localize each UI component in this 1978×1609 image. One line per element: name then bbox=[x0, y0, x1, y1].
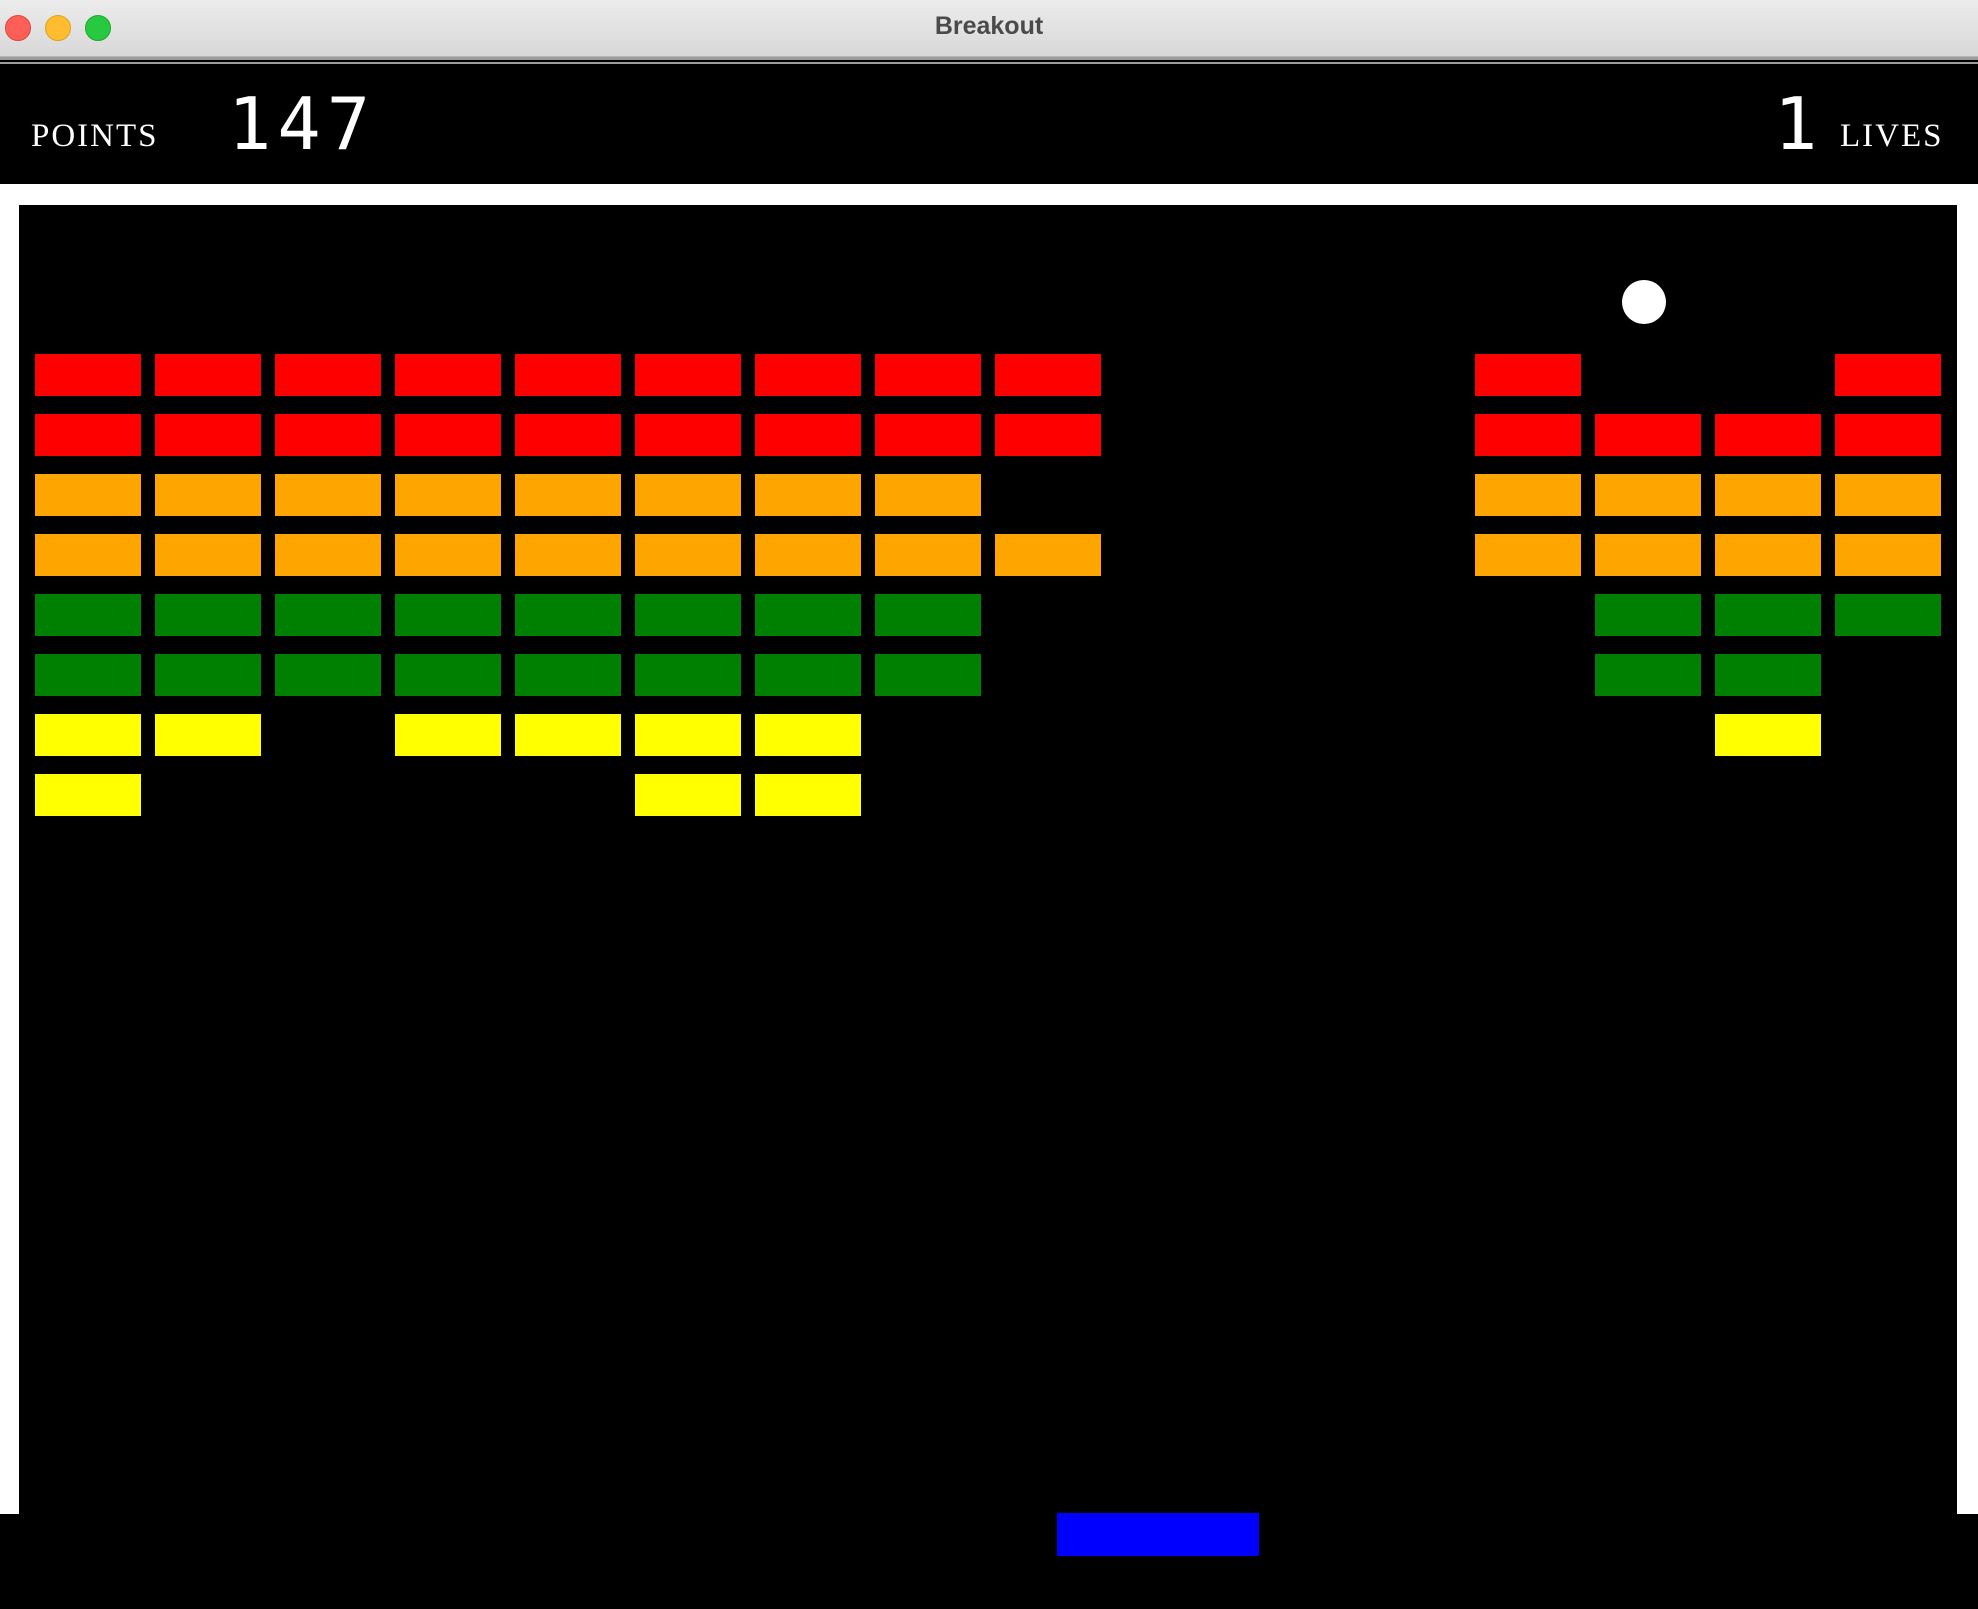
orange-brick bbox=[635, 534, 741, 576]
orange-brick bbox=[275, 534, 381, 576]
green-brick bbox=[635, 654, 741, 696]
orange-brick bbox=[515, 534, 621, 576]
ball bbox=[1622, 280, 1666, 324]
green-brick bbox=[635, 594, 741, 636]
orange-brick bbox=[155, 534, 261, 576]
green-brick bbox=[515, 654, 621, 696]
left-wall bbox=[0, 184, 19, 1514]
green-brick bbox=[1835, 594, 1941, 636]
green-brick bbox=[275, 594, 381, 636]
divider bbox=[0, 62, 1978, 64]
yellow-brick bbox=[1715, 714, 1821, 756]
orange-brick bbox=[1475, 474, 1581, 516]
orange-brick bbox=[155, 474, 261, 516]
red-brick bbox=[995, 354, 1101, 396]
green-brick bbox=[1715, 594, 1821, 636]
orange-brick bbox=[35, 474, 141, 516]
red-brick bbox=[515, 414, 621, 456]
orange-brick bbox=[395, 534, 501, 576]
green-brick bbox=[755, 654, 861, 696]
green-brick bbox=[35, 654, 141, 696]
points-label: POINTS bbox=[31, 118, 159, 154]
green-brick bbox=[1595, 654, 1701, 696]
green-brick bbox=[1715, 654, 1821, 696]
red-brick bbox=[395, 414, 501, 456]
yellow-brick bbox=[635, 714, 741, 756]
red-brick bbox=[635, 354, 741, 396]
orange-brick bbox=[995, 534, 1101, 576]
red-brick bbox=[515, 354, 621, 396]
right-wall bbox=[1957, 184, 1978, 1514]
orange-brick bbox=[635, 474, 741, 516]
green-brick bbox=[875, 654, 981, 696]
orange-brick bbox=[275, 474, 381, 516]
lives-value: 1 bbox=[1774, 82, 1818, 166]
orange-brick bbox=[875, 534, 981, 576]
yellow-brick bbox=[635, 774, 741, 816]
orange-brick bbox=[875, 474, 981, 516]
orange-brick bbox=[395, 474, 501, 516]
red-brick bbox=[1475, 414, 1581, 456]
orange-brick bbox=[1595, 534, 1701, 576]
lives-label: LIVES bbox=[1840, 118, 1944, 154]
green-brick bbox=[35, 594, 141, 636]
red-brick bbox=[155, 414, 261, 456]
red-brick bbox=[35, 354, 141, 396]
top-wall bbox=[0, 184, 1978, 205]
red-brick bbox=[275, 354, 381, 396]
yellow-brick bbox=[35, 714, 141, 756]
green-brick bbox=[515, 594, 621, 636]
red-brick bbox=[1835, 414, 1941, 456]
green-brick bbox=[275, 654, 381, 696]
red-brick bbox=[875, 414, 981, 456]
red-brick bbox=[275, 414, 381, 456]
red-brick bbox=[995, 414, 1101, 456]
yellow-brick bbox=[755, 714, 861, 756]
red-brick bbox=[635, 414, 741, 456]
orange-brick bbox=[755, 534, 861, 576]
green-brick bbox=[155, 654, 261, 696]
orange-brick bbox=[515, 474, 621, 516]
red-brick bbox=[1715, 414, 1821, 456]
red-brick bbox=[395, 354, 501, 396]
title-bar: Breakout bbox=[0, 0, 1978, 57]
green-brick bbox=[395, 594, 501, 636]
orange-brick bbox=[1475, 534, 1581, 576]
score-bar: POINTS 147 1 LIVES bbox=[0, 66, 1978, 184]
orange-brick bbox=[1595, 474, 1701, 516]
green-brick bbox=[155, 594, 261, 636]
red-brick bbox=[755, 354, 861, 396]
green-brick bbox=[395, 654, 501, 696]
red-brick bbox=[155, 354, 261, 396]
red-brick bbox=[875, 354, 981, 396]
red-brick bbox=[1475, 354, 1581, 396]
yellow-brick bbox=[155, 714, 261, 756]
divider bbox=[0, 57, 1978, 60]
orange-brick bbox=[1835, 474, 1941, 516]
yellow-brick bbox=[35, 774, 141, 816]
yellow-brick bbox=[395, 714, 501, 756]
points-value: 147 bbox=[228, 82, 377, 166]
red-brick bbox=[35, 414, 141, 456]
paddle[interactable] bbox=[1057, 1513, 1259, 1556]
green-brick bbox=[1595, 594, 1701, 636]
window-title: Breakout bbox=[934, 12, 1044, 40]
orange-brick bbox=[1715, 534, 1821, 576]
red-brick bbox=[1835, 354, 1941, 396]
yellow-brick bbox=[515, 714, 621, 756]
orange-brick bbox=[1715, 474, 1821, 516]
red-brick bbox=[755, 414, 861, 456]
green-brick bbox=[875, 594, 981, 636]
red-brick bbox=[1595, 414, 1701, 456]
green-brick bbox=[755, 594, 861, 636]
yellow-brick bbox=[755, 774, 861, 816]
orange-brick bbox=[1835, 534, 1941, 576]
orange-brick bbox=[755, 474, 861, 516]
orange-brick bbox=[35, 534, 141, 576]
